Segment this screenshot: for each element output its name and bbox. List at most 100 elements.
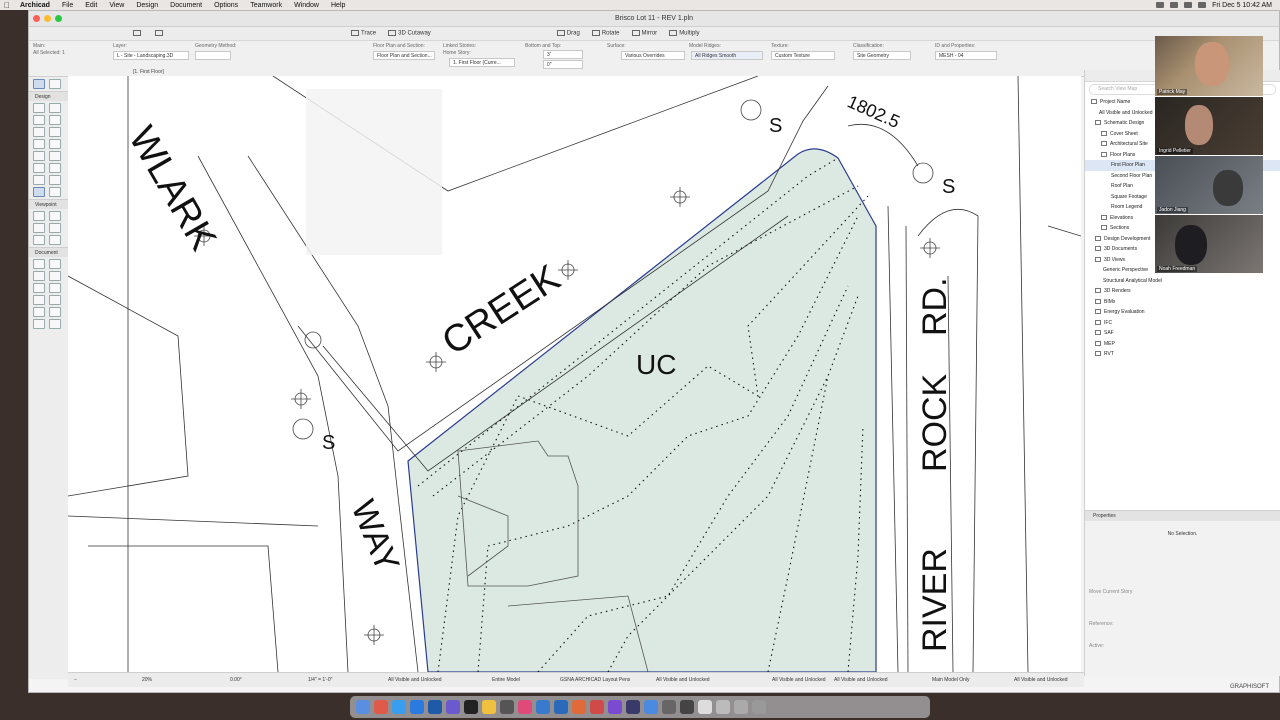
window-tool-icon[interactable] bbox=[33, 115, 45, 125]
properties-header[interactable]: Properties bbox=[1085, 511, 1280, 521]
curtain-wall-tool-icon[interactable] bbox=[33, 163, 45, 173]
zone-tool-icon[interactable] bbox=[49, 175, 61, 185]
interior-elevation-tool-icon[interactable] bbox=[33, 223, 45, 233]
app-icon[interactable] bbox=[428, 700, 442, 714]
story-tab[interactable]: [1. First Floor] bbox=[133, 69, 164, 75]
renovation-filter[interactable]: Main Model Only bbox=[932, 677, 970, 683]
menu-document[interactable]: Document bbox=[164, 2, 208, 9]
wall-tool-icon[interactable] bbox=[33, 103, 45, 113]
menu-view[interactable]: View bbox=[103, 2, 130, 9]
classification-field[interactable]: Site Geometry bbox=[853, 51, 911, 60]
structure-display[interactable]: Entire Model bbox=[492, 677, 520, 683]
tree-item[interactable]: BIMx bbox=[1085, 297, 1280, 308]
hotspot-tool-icon[interactable] bbox=[33, 319, 45, 329]
tree-item[interactable]: MEP bbox=[1085, 339, 1280, 350]
section-tool-icon[interactable] bbox=[33, 211, 45, 221]
spline-tool-icon[interactable] bbox=[49, 319, 61, 329]
close-window-button[interactable] bbox=[33, 15, 40, 22]
minimize-window-button[interactable] bbox=[44, 15, 51, 22]
redo-button[interactable] bbox=[151, 29, 169, 38]
video-tile[interactable]: Ingrid Pelletier bbox=[1155, 97, 1263, 155]
top-elevation-field[interactable]: 0" bbox=[543, 60, 583, 69]
trace-button[interactable]: Trace bbox=[347, 29, 380, 38]
app-icon[interactable] bbox=[680, 700, 694, 714]
pen-set[interactable]: GSNA ARCHICAD Layout Pens bbox=[560, 677, 630, 683]
finder-icon[interactable] bbox=[356, 700, 370, 714]
zoom-window-button[interactable] bbox=[55, 15, 62, 22]
app-icon[interactable] bbox=[518, 700, 532, 714]
column-tool-icon[interactable] bbox=[49, 115, 61, 125]
mirror-button[interactable]: Mirror bbox=[628, 29, 662, 38]
marquee-tool-icon[interactable] bbox=[49, 79, 61, 89]
layer-field[interactable]: L - Site - Landscaping.3D bbox=[113, 51, 189, 60]
notes-icon[interactable] bbox=[482, 700, 496, 714]
tree-item[interactable]: 3D Renders bbox=[1085, 286, 1280, 297]
cutaway-button[interactable]: 3D Cutaway bbox=[384, 29, 435, 38]
tree-item[interactable]: IFC bbox=[1085, 318, 1280, 329]
app-icon[interactable] bbox=[626, 700, 640, 714]
zoom-value[interactable]: 20% bbox=[142, 677, 152, 683]
texture-field[interactable]: Custom Texture bbox=[771, 51, 835, 60]
beam-tool-icon[interactable] bbox=[33, 127, 45, 137]
drag-button[interactable]: Drag bbox=[553, 29, 584, 38]
app-icon[interactable] bbox=[572, 700, 586, 714]
menu-window[interactable]: Window bbox=[288, 2, 325, 9]
angle-value[interactable]: 0.00° bbox=[230, 677, 242, 683]
app-icon[interactable] bbox=[608, 700, 622, 714]
app-icon[interactable] bbox=[734, 700, 748, 714]
app-icon[interactable] bbox=[590, 700, 604, 714]
door-tool-icon[interactable] bbox=[49, 103, 61, 113]
app-icon[interactable] bbox=[716, 700, 730, 714]
toolbox-section-document[interactable]: Document bbox=[29, 247, 68, 257]
figure-tool-icon[interactable] bbox=[49, 307, 61, 317]
undo-button[interactable] bbox=[129, 29, 147, 38]
arrow-tool-icon[interactable] bbox=[33, 79, 45, 89]
app-icon[interactable] bbox=[662, 700, 676, 714]
trash-icon[interactable] bbox=[752, 700, 766, 714]
view-combo[interactable]: All Visible and Unlocked bbox=[1014, 677, 1068, 683]
object-tool-icon[interactable] bbox=[33, 175, 45, 185]
tree-item[interactable]: Energy Evaluation bbox=[1085, 307, 1280, 318]
toolbox-section-viewpoint[interactable]: Viewpoint bbox=[29, 199, 68, 209]
dimension-combo[interactable]: All Visible and Unlocked bbox=[834, 677, 888, 683]
toolbox-section-design[interactable]: Design bbox=[29, 91, 68, 101]
app-icon[interactable] bbox=[554, 700, 568, 714]
change-tool-icon[interactable] bbox=[49, 235, 61, 245]
line-tool-icon[interactable] bbox=[49, 283, 61, 293]
plan-canvas[interactable]: WLARK CREEK UC WAY RD. ROCK RIVER S S S … bbox=[68, 76, 1081, 672]
video-tile[interactable]: Patrick May bbox=[1155, 36, 1263, 96]
label-tool-icon[interactable] bbox=[49, 271, 61, 281]
dimension-tool-icon[interactable] bbox=[33, 259, 45, 269]
arc-tool-icon[interactable] bbox=[33, 295, 45, 305]
roof-tool-icon[interactable] bbox=[33, 139, 45, 149]
railing-tool-icon[interactable] bbox=[49, 151, 61, 161]
menu-edit[interactable]: Edit bbox=[79, 2, 103, 9]
fill-tool-icon[interactable] bbox=[33, 283, 45, 293]
app-icon[interactable] bbox=[500, 700, 514, 714]
app-icon[interactable] bbox=[698, 700, 712, 714]
app-icon[interactable] bbox=[644, 700, 658, 714]
mesh-tool-icon[interactable] bbox=[33, 187, 45, 197]
video-tile[interactable]: Jadon Jiang bbox=[1155, 156, 1263, 214]
archicad-icon[interactable] bbox=[536, 700, 550, 714]
chrome-icon[interactable] bbox=[374, 700, 388, 714]
surface-field[interactable]: Various Overrides bbox=[621, 51, 685, 60]
slab-tool-icon[interactable] bbox=[49, 127, 61, 137]
tree-item[interactable]: RVT bbox=[1085, 349, 1280, 360]
bottom-elevation-field[interactable]: 3' bbox=[543, 50, 583, 59]
polyline-tool-icon[interactable] bbox=[49, 295, 61, 305]
app-icon[interactable] bbox=[410, 700, 424, 714]
elevation-tool-icon[interactable] bbox=[49, 211, 61, 221]
worksheet-tool-icon[interactable] bbox=[49, 223, 61, 233]
menu-teamwork[interactable]: Teamwork bbox=[244, 2, 288, 9]
ridges-field[interactable]: All Ridges Smooth bbox=[691, 51, 763, 60]
multiply-button[interactable]: Multiply bbox=[665, 29, 703, 38]
stair-tool-icon[interactable] bbox=[33, 151, 45, 161]
graphic-override[interactable]: All Visible and Unlocked bbox=[656, 677, 710, 683]
scale-value[interactable]: 1/4" = 1'-0" bbox=[308, 677, 332, 683]
home-story-field[interactable]: 1. First Floor (Curre... bbox=[449, 58, 515, 67]
skylight-tool-icon[interactable] bbox=[49, 187, 61, 197]
battery-icon[interactable] bbox=[1198, 2, 1207, 8]
discord-icon[interactable] bbox=[446, 700, 460, 714]
model-view[interactable]: All Visible and Unlocked bbox=[772, 677, 826, 683]
